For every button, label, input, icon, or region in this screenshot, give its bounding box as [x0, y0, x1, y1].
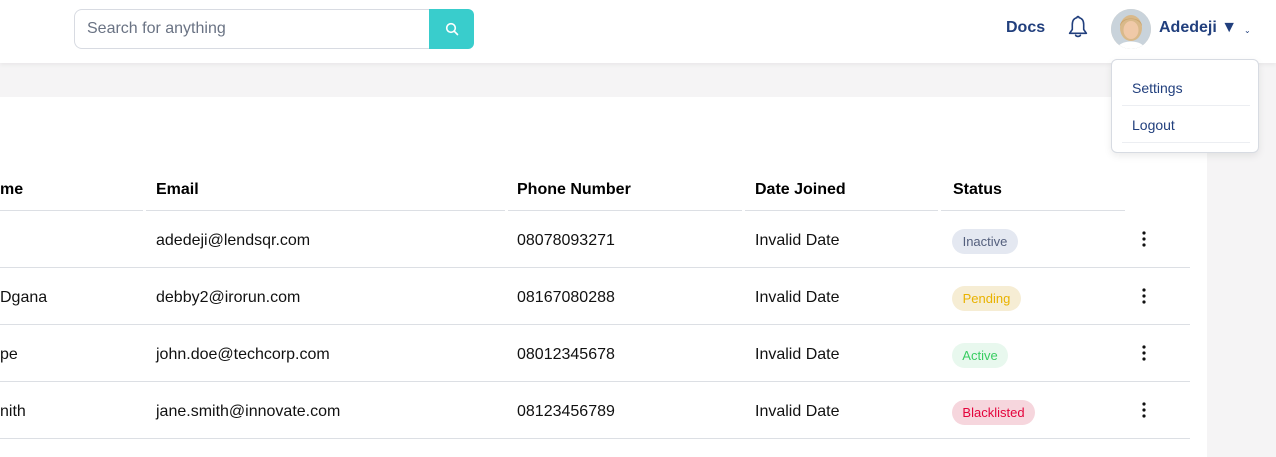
- cell-date: Invalid Date: [755, 346, 840, 363]
- column-header-date[interactable]: Date Joined: [755, 181, 846, 199]
- status-badge: Active: [952, 343, 1008, 368]
- column-header-name[interactable]: me: [0, 181, 23, 199]
- chevron-down-icon[interactable]: ⌄: [1244, 26, 1251, 35]
- row-actions-button[interactable]: [1134, 286, 1154, 306]
- users-table-card: me Email Phone Number Date Joined Status…: [0, 97, 1207, 457]
- more-vertical-icon: [1142, 231, 1146, 247]
- status-badge: Inactive: [952, 229, 1018, 254]
- row-divider: [0, 324, 1190, 325]
- status-badge: Blacklisted: [952, 400, 1035, 425]
- cell-phone: 08167080288: [517, 289, 615, 306]
- cell-name: nith: [0, 403, 26, 420]
- cell-email: adedeji@lendsqr.com: [156, 232, 311, 249]
- menu-item-settings[interactable]: Settings: [1122, 70, 1250, 106]
- column-header-phone[interactable]: Phone Number: [517, 181, 631, 199]
- header-divider: [508, 210, 742, 211]
- docs-link[interactable]: Docs: [1006, 19, 1045, 37]
- cell-email: jane.smith@innovate.com: [156, 403, 341, 420]
- header-divider: [0, 210, 143, 211]
- notifications-button[interactable]: [1066, 14, 1090, 40]
- more-vertical-icon: [1142, 288, 1146, 304]
- search-bar: [74, 9, 474, 49]
- cell-name: Dgana: [0, 289, 48, 306]
- bell-icon: [1068, 15, 1088, 38]
- top-navbar: Docs Adedeji ▼ ⌄: [0, 0, 1276, 63]
- search-icon: [445, 22, 458, 36]
- row-divider: [0, 267, 1190, 268]
- cell-phone: 08123456789: [517, 403, 615, 420]
- user-dropdown-menu: Settings Logout: [1111, 59, 1259, 153]
- cell-email: debby2@irorun.com: [156, 289, 301, 306]
- row-actions-button[interactable]: [1134, 400, 1154, 420]
- avatar-image: [1111, 9, 1151, 49]
- header-divider: [146, 210, 505, 211]
- user-name[interactable]: Adedeji ▼: [1159, 19, 1237, 37]
- cell-name: pe: [0, 346, 18, 363]
- column-header-email[interactable]: Email: [156, 181, 199, 199]
- row-divider: [0, 438, 1190, 439]
- row-divider: [0, 381, 1190, 382]
- search-input[interactable]: [74, 9, 429, 49]
- cell-date: Invalid Date: [755, 403, 840, 420]
- row-actions-button[interactable]: [1134, 343, 1154, 363]
- user-avatar[interactable]: [1111, 9, 1151, 49]
- header-divider: [745, 210, 938, 211]
- cell-email: john.doe@techcorp.com: [156, 346, 330, 363]
- more-vertical-icon: [1142, 402, 1146, 418]
- column-header-status[interactable]: Status: [953, 181, 1002, 199]
- row-actions-button[interactable]: [1134, 229, 1154, 249]
- menu-item-logout[interactable]: Logout: [1122, 107, 1250, 143]
- cell-date: Invalid Date: [755, 289, 840, 306]
- more-vertical-icon: [1142, 345, 1146, 361]
- status-badge: Pending: [952, 286, 1021, 311]
- search-button[interactable]: [429, 9, 474, 49]
- cell-date: Invalid Date: [755, 232, 840, 249]
- cell-phone: 08078093271: [517, 232, 615, 249]
- cell-phone: 08012345678: [517, 346, 615, 363]
- header-divider: [941, 210, 1125, 211]
